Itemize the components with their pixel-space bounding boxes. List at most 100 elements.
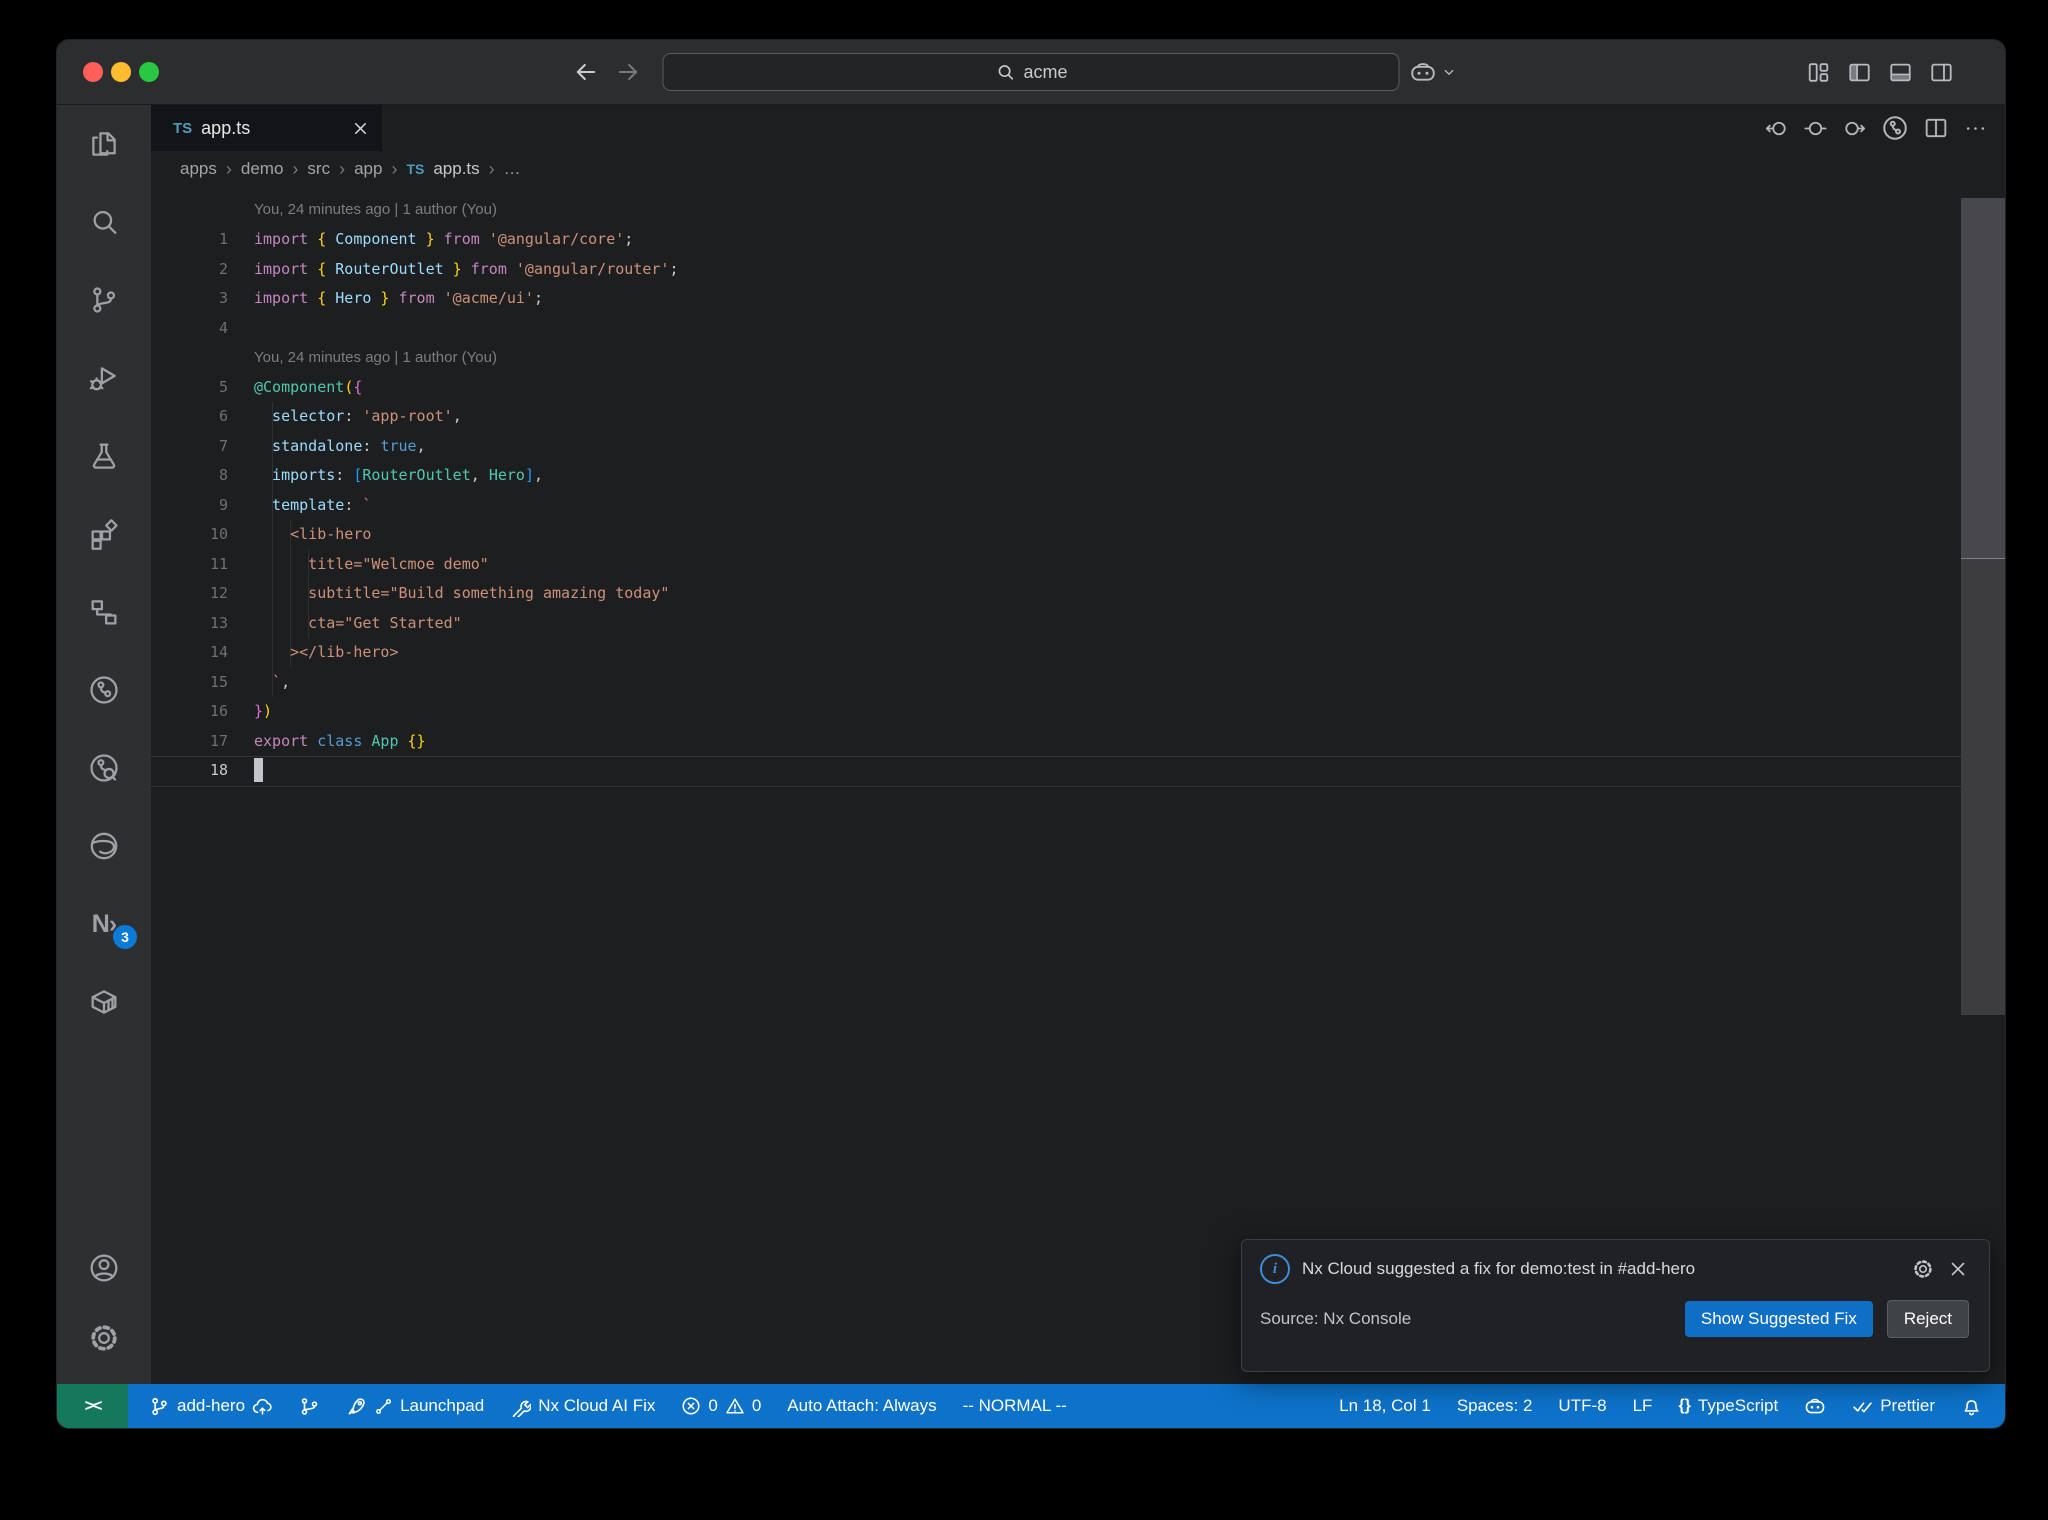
activity-nx-console[interactable]: N› 3: [57, 885, 151, 963]
status-prettier[interactable]: Prettier: [1852, 1396, 1935, 1417]
cloud-up-icon: [252, 1396, 273, 1417]
code-line[interactable]: 9 template: `: [151, 490, 2005, 520]
breadcrumb-item-src[interactable]: src: [307, 159, 330, 179]
status-notifications-bell[interactable]: [1961, 1396, 1982, 1417]
status-language-mode[interactable]: {} TypeScript: [1678, 1396, 1778, 1416]
status-eol[interactable]: LF: [1633, 1396, 1653, 1416]
activity-run-debug[interactable]: [57, 339, 151, 417]
status-vim-mode[interactable]: -- NORMAL --: [963, 1396, 1067, 1416]
status-indentation[interactable]: Spaces: 2: [1457, 1396, 1533, 1416]
toggle-secondary-sidebar-icon[interactable]: [1928, 59, 1955, 86]
status-nx-cloud-ai-fix[interactable]: Nx Cloud AI Fix: [510, 1396, 655, 1417]
status-auto-attach[interactable]: Auto Attach: Always: [787, 1396, 936, 1416]
line-content: import { RouterOutlet } from '@angular/r…: [254, 259, 679, 278]
activity-edge-tools[interactable]: [57, 807, 151, 885]
breadcrumb-item-apps[interactable]: apps: [180, 159, 217, 179]
status-launchpad[interactable]: Launchpad: [346, 1396, 484, 1417]
go-back-icon[interactable]: [572, 58, 600, 86]
status-label: UTF-8: [1558, 1396, 1607, 1415]
status-encoding[interactable]: UTF-8: [1558, 1396, 1606, 1416]
go-forward-icon[interactable]: [614, 58, 642, 86]
breadcrumb-symbol-more[interactable]: …: [504, 159, 521, 179]
minimize-window-button[interactable]: [111, 62, 131, 82]
more-actions-icon[interactable]: [1962, 115, 1989, 142]
code-line[interactable]: 17 export class App {}: [151, 726, 2005, 756]
code-line[interactable]: 2 import { RouterOutlet } from '@angular/…: [151, 254, 2005, 284]
code-line[interactable]: 12 subtitle="Build something amazing tod…: [151, 579, 2005, 609]
line-content: ></lib-hero>: [254, 643, 399, 662]
reject-button[interactable]: Reject: [1886, 1300, 1969, 1338]
current-change-icon[interactable]: [1802, 115, 1829, 142]
code-line[interactable]: 16}): [151, 697, 2005, 727]
line-content: subtitle="Build something amazing today": [254, 584, 670, 603]
activity-settings[interactable]: [57, 1303, 151, 1373]
breadcrumb-item-demo[interactable]: demo: [241, 159, 284, 179]
settings-icon: [87, 1321, 121, 1355]
breadcrumb-separator: ›: [292, 158, 299, 179]
copilot-menu[interactable]: [1409, 40, 1458, 104]
code-editor[interactable]: You, 24 minutes ago | 1 author (You) 1 imp…: [151, 187, 2005, 1385]
code-line[interactable]: 13 cta="Get Started": [151, 608, 2005, 638]
activity-gitlens[interactable]: [57, 651, 151, 729]
tab-bar: TS app.ts: [151, 105, 2005, 151]
line-number: 8: [218, 466, 228, 485]
activity-testing[interactable]: [57, 417, 151, 495]
activity-search[interactable]: [57, 183, 151, 261]
show-suggested-fix-button[interactable]: Show Suggested Fix: [1684, 1301, 1873, 1337]
customize-layout-icon[interactable]: [1805, 59, 1832, 86]
line-number: 16: [209, 702, 228, 721]
status-problems[interactable]: 00: [681, 1396, 761, 1416]
line-content: title="Welcmoe demo": [254, 554, 489, 573]
code-line[interactable]: 14 ></lib-hero>: [151, 638, 2005, 668]
activity-bar: N› 3: [57, 105, 151, 1385]
code-line[interactable]: 1 import { Component } from '@angular/cor…: [151, 225, 2005, 255]
activity-accounts[interactable]: [57, 1233, 151, 1303]
code-line[interactable]: 8 imports: [RouterOutlet, Hero],: [151, 461, 2005, 491]
toggle-primary-sidebar-icon[interactable]: [1846, 59, 1873, 86]
gitlens-file-history-icon[interactable]: [1880, 113, 1910, 143]
line-number: 3: [218, 289, 228, 308]
tab-app-ts[interactable]: TS app.ts: [151, 105, 382, 151]
notification-close-icon[interactable]: [1947, 1258, 1969, 1280]
code-line[interactable]: 5 @Component({: [151, 372, 2005, 402]
history-navigation: [572, 40, 642, 104]
code-line[interactable]: 4: [151, 313, 2005, 343]
activity-references[interactable]: [57, 573, 151, 651]
status-commit-graph[interactable]: [299, 1396, 320, 1417]
previous-change-icon[interactable]: [1763, 115, 1790, 142]
scrollbar-thumb[interactable]: [1961, 198, 2005, 558]
activity-gitlens-inspect[interactable]: [57, 729, 151, 807]
zoom-window-button[interactable]: [139, 62, 159, 82]
notification-settings-gear-icon[interactable]: [1911, 1257, 1935, 1281]
wrench-icon: [510, 1396, 532, 1417]
blame-annotation[interactable]: You, 24 minutes ago | 1 author (You): [151, 343, 2005, 373]
toggle-panel-icon[interactable]: [1887, 59, 1914, 86]
breadcrumb-file[interactable]: app.ts: [433, 159, 479, 179]
status-label: add-hero: [177, 1396, 246, 1415]
status-copilot-status[interactable]: [1804, 1395, 1826, 1417]
scrollbar-track[interactable]: [1961, 558, 2005, 1015]
status-git-branch[interactable]: add-hero: [149, 1396, 273, 1417]
next-change-icon[interactable]: [1841, 115, 1868, 142]
close-tab-icon[interactable]: [351, 119, 370, 138]
remote-indicator[interactable]: ><: [57, 1384, 128, 1428]
command-center-search[interactable]: acme: [662, 53, 1400, 91]
activity-extensions[interactable]: [57, 495, 151, 573]
breadcrumb-item-app[interactable]: app: [354, 159, 382, 179]
checks-icon: [1852, 1396, 1873, 1417]
code-line[interactable]: 18: [151, 756, 2005, 786]
code-line[interactable]: 11 title="Welcmoe demo": [151, 549, 2005, 579]
status-cursor-position[interactable]: Ln 18, Col 1: [1339, 1396, 1431, 1416]
close-window-button[interactable]: [83, 62, 103, 82]
graph-icon: [299, 1396, 320, 1417]
code-line[interactable]: 3 import { Hero } from '@acme/ui';: [151, 284, 2005, 314]
split-editor-icon[interactable]: [1922, 114, 1950, 142]
activity-source-control[interactable]: [57, 261, 151, 339]
activity-explorer[interactable]: [57, 105, 151, 183]
code-line[interactable]: 10 <lib-hero: [151, 520, 2005, 550]
code-line[interactable]: 15 `,: [151, 667, 2005, 697]
code-line[interactable]: 6 selector: 'app-root',: [151, 402, 2005, 432]
code-line[interactable]: 7 standalone: true,: [151, 431, 2005, 461]
blame-annotation[interactable]: You, 24 minutes ago | 1 author (You): [151, 195, 2005, 225]
activity-containers[interactable]: [57, 963, 151, 1041]
